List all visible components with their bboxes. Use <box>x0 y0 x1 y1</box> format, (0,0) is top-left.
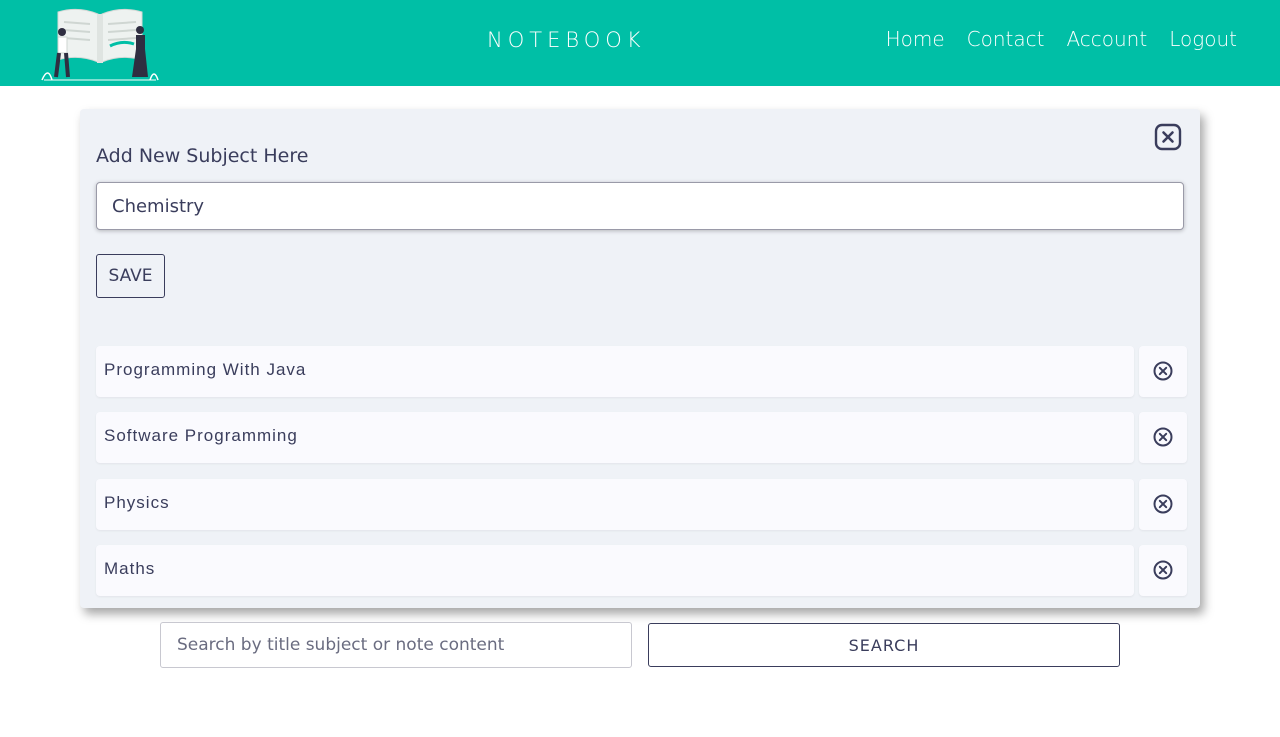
subject-item-physics[interactable]: Physics <box>96 479 1134 530</box>
book-illustration-icon[interactable] <box>40 4 160 82</box>
subject-name-input[interactable] <box>96 182 1184 230</box>
circle-x-icon <box>1153 494 1173 514</box>
panel-title: Add New Subject Here <box>96 145 309 167</box>
nav-logout-link[interactable]: Logout <box>1169 27 1237 51</box>
delete-subject-button[interactable] <box>1139 346 1187 397</box>
circle-x-icon <box>1153 361 1173 381</box>
search-button[interactable]: SEARCH <box>648 623 1120 667</box>
subject-item-maths[interactable]: Maths <box>96 545 1134 596</box>
nav-contact-link[interactable]: Contact <box>967 27 1045 51</box>
navbar: NOTEBOOK Home Contact Account Logout <box>0 0 1280 86</box>
subject-item-software-programming[interactable]: Software Programming <box>96 412 1134 463</box>
subject-label: Programming With Java <box>104 360 307 379</box>
circle-x-icon <box>1153 560 1173 580</box>
add-subject-panel: Add New Subject Here SAVE Programming Wi… <box>80 109 1200 608</box>
subject-item-programming-with-java[interactable]: Programming With Java <box>96 346 1134 397</box>
search-input[interactable] <box>160 622 632 668</box>
save-button[interactable]: SAVE <box>96 254 165 298</box>
nav-home-link[interactable]: Home <box>886 27 945 51</box>
brand-title[interactable]: NOTEBOOK <box>487 28 646 52</box>
circle-x-icon <box>1153 427 1173 447</box>
close-panel-button[interactable] <box>1154 123 1182 151</box>
delete-subject-button[interactable] <box>1139 545 1187 596</box>
subject-label: Maths <box>104 559 156 578</box>
nav-links: Home Contact Account Logout <box>886 27 1237 51</box>
nav-account-link[interactable]: Account <box>1066 27 1147 51</box>
subject-label: Physics <box>104 493 170 512</box>
close-square-icon <box>1154 123 1182 151</box>
delete-subject-button[interactable] <box>1139 479 1187 530</box>
delete-subject-button[interactable] <box>1139 412 1187 463</box>
subject-label: Software Programming <box>104 426 298 445</box>
